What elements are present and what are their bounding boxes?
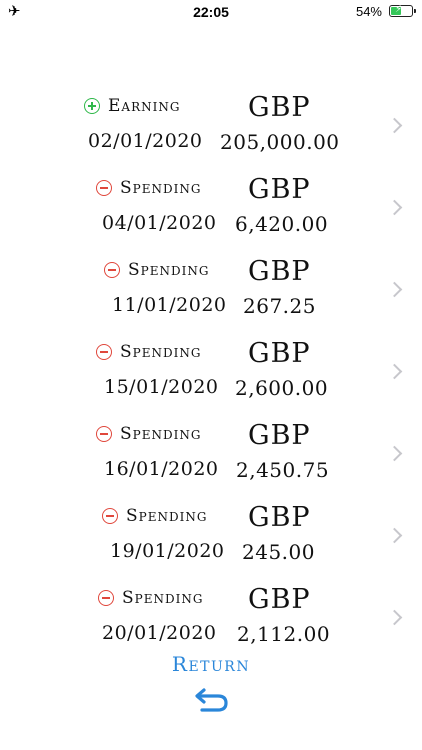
transaction-type-label: Spending	[120, 178, 202, 198]
minus-circle-icon	[96, 426, 112, 442]
transaction-row[interactable]: Spending GBP 11/01/2020 267.25	[0, 256, 422, 338]
transaction-row[interactable]: Spending GBP 19/01/2020 245.00	[0, 502, 422, 584]
transaction-amount: 245.00	[242, 540, 315, 564]
minus-circle-icon	[102, 508, 118, 524]
chevron-right-icon	[386, 609, 403, 626]
transaction-amount: 267.25	[243, 294, 316, 318]
transaction-type: Spending	[98, 588, 203, 608]
transaction-amount: 2,450.75	[236, 458, 330, 482]
transaction-type-label: Spending	[126, 506, 208, 526]
transaction-row[interactable]: Spending GBP 04/01/2020 6,420.00	[0, 174, 422, 256]
transaction-date: 02/01/2020	[88, 130, 203, 152]
minus-circle-icon	[96, 180, 112, 196]
transaction-type-label: Spending	[120, 342, 202, 362]
transaction-date: 19/01/2020	[110, 540, 225, 562]
transaction-date: 15/01/2020	[104, 376, 219, 398]
transaction-type: Earning	[84, 96, 180, 116]
transaction-row[interactable]: Spending GBP 15/01/2020 2,600.00	[0, 338, 422, 420]
transaction-list: Earning GBP 02/01/2020 205,000.00 Spendi…	[0, 92, 422, 666]
charging-bolt-icon: ⚡	[395, 4, 403, 15]
transaction-date: 04/01/2020	[102, 212, 217, 234]
transaction-type-label: Spending	[120, 424, 202, 444]
chevron-right-icon	[386, 527, 403, 544]
transaction-type: Spending	[102, 506, 207, 526]
chevron-right-icon	[386, 199, 403, 216]
minus-circle-icon	[96, 344, 112, 360]
transaction-date: 16/01/2020	[104, 458, 219, 480]
return-button[interactable]: Return	[0, 652, 422, 676]
chevron-right-icon	[386, 445, 403, 462]
transaction-amount: 6,420.00	[235, 212, 329, 236]
transaction-row[interactable]: Spending GBP 16/01/2020 2,450.75	[0, 420, 422, 502]
transaction-date: 11/01/2020	[112, 294, 227, 316]
transaction-type: Spending	[104, 260, 209, 280]
battery-percentage: 54%	[355, 4, 382, 19]
transaction-type-label: Spending	[128, 260, 210, 280]
transaction-type: Spending	[96, 342, 201, 362]
minus-circle-icon	[104, 262, 120, 278]
currency-code: GBP	[248, 502, 311, 533]
status-bar: ✈ 22:05 54% ⚡	[0, 0, 422, 24]
transaction-amount: 205,000.00	[220, 130, 340, 154]
chevron-right-icon	[386, 363, 403, 380]
transaction-type-label: Spending	[122, 588, 204, 608]
chevron-right-icon	[386, 117, 403, 134]
transaction-type: Spending	[96, 178, 201, 198]
currency-code: GBP	[248, 256, 311, 287]
battery-icon: ⚡	[389, 4, 416, 17]
transaction-amount: 2,112.00	[237, 622, 331, 646]
currency-code: GBP	[248, 420, 311, 451]
transaction-date: 20/01/2020	[102, 622, 217, 644]
transaction-type-label: Earning	[108, 96, 181, 116]
plus-circle-icon	[84, 98, 100, 114]
currency-code: GBP	[248, 174, 311, 205]
transaction-type: Spending	[96, 424, 201, 444]
minus-circle-icon	[98, 590, 114, 606]
chevron-right-icon	[386, 281, 403, 298]
transaction-amount: 2,600.00	[235, 376, 329, 400]
currency-code: GBP	[248, 584, 311, 615]
return-arrow-icon[interactable]	[194, 686, 230, 714]
transaction-row[interactable]: Earning GBP 02/01/2020 205,000.00	[0, 92, 422, 174]
currency-code: GBP	[248, 338, 311, 369]
currency-code: GBP	[248, 92, 311, 123]
